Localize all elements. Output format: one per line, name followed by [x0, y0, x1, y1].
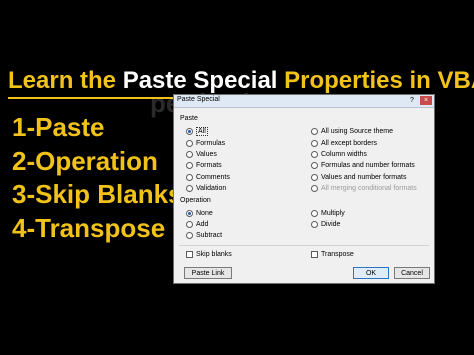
radio-selected-icon — [186, 209, 193, 217]
radio-all-source-theme[interactable]: All using Source theme — [311, 127, 393, 136]
operation-section-label: Operation — [180, 197, 211, 204]
radio-op-subtract[interactable]: Subtract — [186, 231, 222, 240]
radio-icon — [186, 220, 193, 228]
radio-label: Multiply — [321, 210, 345, 217]
radio-paste-validation[interactable]: Validation — [186, 184, 226, 193]
title-part-1: Learn the — [8, 67, 123, 94]
radio-op-none[interactable]: None — [186, 209, 213, 218]
checkbox-label: Transpose — [321, 251, 354, 258]
radio-paste-all[interactable]: All — [186, 127, 208, 136]
separator — [179, 245, 429, 246]
page-title: Learn the Paste Special Properties in VB… — [8, 64, 474, 98]
radio-op-divide[interactable]: Divide — [311, 220, 340, 229]
radio-icon — [186, 231, 193, 239]
title-part-2: Paste Special — [122, 67, 278, 94]
topic-1: 1-Paste — [12, 112, 105, 142]
radio-op-multiply[interactable]: Multiply — [311, 209, 345, 218]
checkbox-skip-blanks[interactable]: Skip blanks — [186, 250, 232, 259]
radio-label: Validation — [196, 185, 227, 192]
topic-4: 4-Transpose — [12, 213, 166, 243]
radio-label: Column widths — [321, 151, 367, 158]
topic-2: 2-Operation — [12, 146, 158, 176]
radio-label: Comments — [196, 174, 230, 181]
radio-formulas-number-formats[interactable]: Formulas and number formats — [311, 161, 415, 170]
dialog-titlebar: Paste Special ? × — [174, 95, 434, 108]
help-button[interactable]: ? — [407, 96, 417, 105]
paste-section-label: Paste — [180, 115, 198, 122]
radio-label: Formulas and number formats — [321, 162, 415, 169]
paste-special-dialog: Paste Special ? × Paste All Formulas Val… — [173, 94, 435, 284]
radio-paste-values[interactable]: Values — [186, 150, 217, 159]
radio-label: Add — [196, 221, 209, 228]
radio-paste-formulas[interactable]: Formulas — [186, 139, 225, 148]
radio-icon — [311, 161, 318, 169]
radio-icon — [311, 150, 318, 158]
radio-icon — [186, 184, 193, 192]
radio-values-number-formats[interactable]: Values and number formats — [311, 173, 406, 182]
radio-all-merging-conditional-formats: All merging conditional formats — [311, 184, 417, 193]
radio-icon — [311, 173, 318, 181]
checkbox-icon — [186, 250, 193, 258]
topic-3: 3-Skip Blanks — [12, 179, 183, 209]
cancel-button[interactable]: Cancel — [394, 267, 430, 279]
radio-label: None — [196, 210, 213, 217]
radio-icon — [186, 161, 193, 169]
ok-button[interactable]: OK — [353, 267, 389, 279]
radio-icon — [311, 127, 318, 135]
radio-label: Divide — [321, 221, 341, 228]
radio-paste-formats[interactable]: Formats — [186, 161, 222, 170]
radio-column-widths[interactable]: Column widths — [311, 150, 367, 159]
radio-icon — [186, 139, 193, 147]
checkbox-transpose[interactable]: Transpose — [311, 250, 354, 259]
radio-label: Values and number formats — [321, 174, 407, 181]
radio-op-add[interactable]: Add — [186, 220, 208, 229]
radio-label: Subtract — [196, 232, 223, 239]
checkbox-label: Skip blanks — [196, 251, 232, 258]
radio-label: All merging conditional formats — [321, 185, 417, 192]
radio-label: Formulas — [196, 140, 226, 147]
radio-icon — [311, 209, 318, 217]
radio-icon — [311, 220, 318, 228]
radio-icon — [311, 139, 318, 147]
radio-label: Formats — [196, 162, 222, 169]
dialog-title: Paste Special — [177, 96, 220, 103]
radio-selected-icon — [186, 127, 193, 135]
radio-label: All using Source theme — [321, 128, 393, 135]
radio-label: All — [196, 127, 208, 136]
radio-label: All except borders — [321, 140, 378, 147]
close-button[interactable]: × — [420, 96, 432, 105]
checkbox-icon — [311, 250, 318, 258]
radio-icon — [311, 184, 318, 192]
radio-label: Values — [196, 151, 217, 158]
title-part-3: Properties in VBA — [277, 67, 474, 94]
radio-icon — [186, 173, 193, 181]
radio-all-except-borders[interactable]: All except borders — [311, 139, 377, 148]
radio-paste-comments[interactable]: Comments — [186, 173, 230, 182]
radio-icon — [186, 150, 193, 158]
paste-link-button[interactable]: Paste Link — [184, 267, 232, 279]
